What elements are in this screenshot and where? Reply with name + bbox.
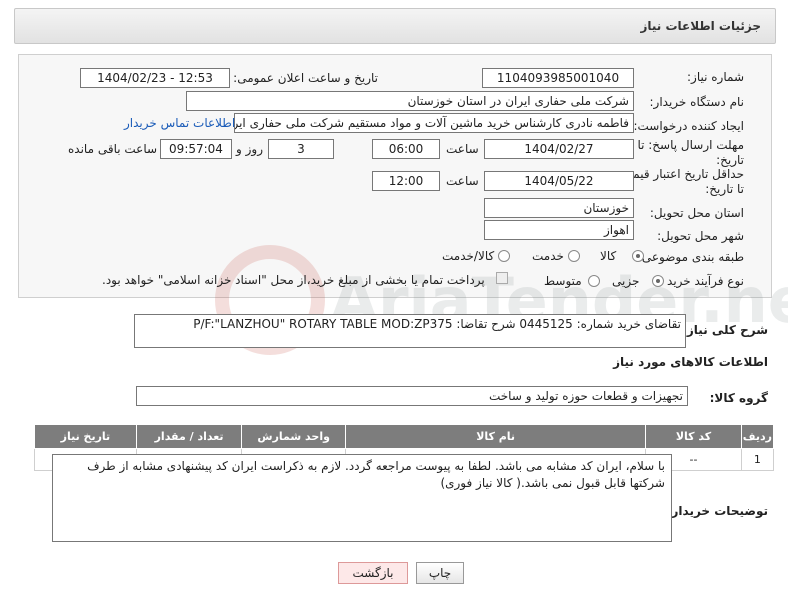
description-textarea[interactable]: تقاضای خرید شماره: 0445125 شرح تقاضا: P/… (134, 314, 686, 348)
goods-group-label: گروه کالا: (709, 391, 768, 405)
col-header-item-name: نام کالا (344, 424, 647, 449)
process-label: نوع فرآیند خرید : (659, 274, 744, 288)
province-label: استان محل تحویل: (649, 206, 744, 220)
treasury-payment-note: پرداخت تمام یا بخشی از مبلغ خرید،از محل … (102, 273, 485, 287)
goods-group-field[interactable]: تجهیزات و قطعات حوزه تولید و ساخت (136, 386, 688, 406)
need-number-field[interactable]: 1104093985001040 (482, 68, 634, 88)
days-word: روز و (236, 142, 263, 156)
need-number-label: شماره نیاز: (687, 70, 744, 84)
province-field[interactable]: خوزستان (484, 198, 634, 218)
process-medium-radio[interactable] (588, 275, 600, 287)
col-header-quantity: تعداد / مقدار (135, 424, 243, 449)
days-remaining-field[interactable]: 3 (268, 139, 334, 159)
city-field[interactable]: اهواز (484, 220, 634, 240)
buyer-org-field[interactable]: شرکت ملی حفاری ایران در استان خوزستان (186, 91, 634, 111)
page-header: جزئیات اطلاعات نیاز (14, 8, 776, 44)
price-validity-date-field[interactable]: 1404/05/22 (484, 171, 634, 191)
requester-field[interactable]: فاطمه نادری کارشناس خرید ماشین آلات و مو… (234, 113, 634, 133)
category-service-radio[interactable] (568, 250, 580, 262)
buyer-notes-textarea[interactable]: با سلام، ایران کد مشابه می باشد. لطفا به… (52, 454, 672, 542)
category-goods-service-radio[interactable] (498, 250, 510, 262)
remaining-time-field[interactable]: 09:57:04 (160, 139, 232, 159)
announce-field[interactable]: 1404/02/23 - 12:53 (80, 68, 230, 88)
deadline-label-line2: تاریخ: (716, 153, 744, 167)
deadline-time-word: ساعت (446, 142, 479, 156)
print-button[interactable]: چاپ (416, 562, 464, 584)
goods-table-header-row: ردیف کد کالا نام کالا واحد شمارش تعداد /… (34, 424, 775, 449)
deadline-date-field[interactable]: 1404/02/27 (484, 139, 634, 159)
buyer-notes-label: توضیحات خریدار: (666, 504, 768, 518)
description-label: شرح کلی نیاز: (682, 323, 768, 337)
remaining-time-word: ساعت باقی مانده (68, 142, 158, 156)
city-label: شهر محل تحویل: (657, 229, 744, 243)
category-goods-label: کالا (600, 249, 617, 263)
process-medium-label: متوسط (544, 274, 582, 288)
treasury-payment-checkbox[interactable] (496, 272, 508, 284)
back-button[interactable]: بازگشت (338, 562, 408, 584)
deadline-label-line1: مهلت ارسال پاسخ: تا (637, 138, 744, 152)
requester-label: ایجاد کننده درخواست: (633, 119, 744, 133)
category-goods-service-label: کالا/خدمت (442, 249, 495, 263)
deadline-time-field[interactable]: 06:00 (372, 139, 440, 159)
announce-label: تاریخ و ساعت اعلان عمومی: (233, 71, 378, 85)
category-service-label: خدمت (532, 249, 564, 263)
cell-row-number: 1 (740, 448, 775, 471)
col-header-item-code: کد کالا (645, 424, 742, 449)
col-header-row-number: ردیف (740, 424, 775, 449)
process-minor-label: جزیی (612, 274, 640, 288)
buyer-contact-link[interactable]: اطلاعات تماس خریدار (124, 116, 235, 130)
page-title: جزئیات اطلاعات نیاز (640, 19, 761, 33)
price-validity-label-line2: تا تاریخ: (705, 182, 744, 196)
category-label: طبقه بندی موضوعی: (637, 250, 744, 264)
process-minor-radio[interactable] (652, 275, 664, 287)
buyer-org-label: نام دستگاه خریدار: (649, 95, 745, 109)
col-header-need-date: تاریخ نیاز (34, 424, 137, 449)
category-goods-radio[interactable] (632, 250, 644, 262)
price-validity-label-line1: حداقل تاریخ اعتبار قیمت: (617, 167, 744, 181)
goods-section-title: اطلاعات کالاهای مورد نیاز (613, 355, 768, 369)
price-time-word: ساعت (446, 174, 479, 188)
col-header-unit: واحد شمارش (241, 424, 346, 449)
price-validity-time-field[interactable]: 12:00 (372, 171, 440, 191)
